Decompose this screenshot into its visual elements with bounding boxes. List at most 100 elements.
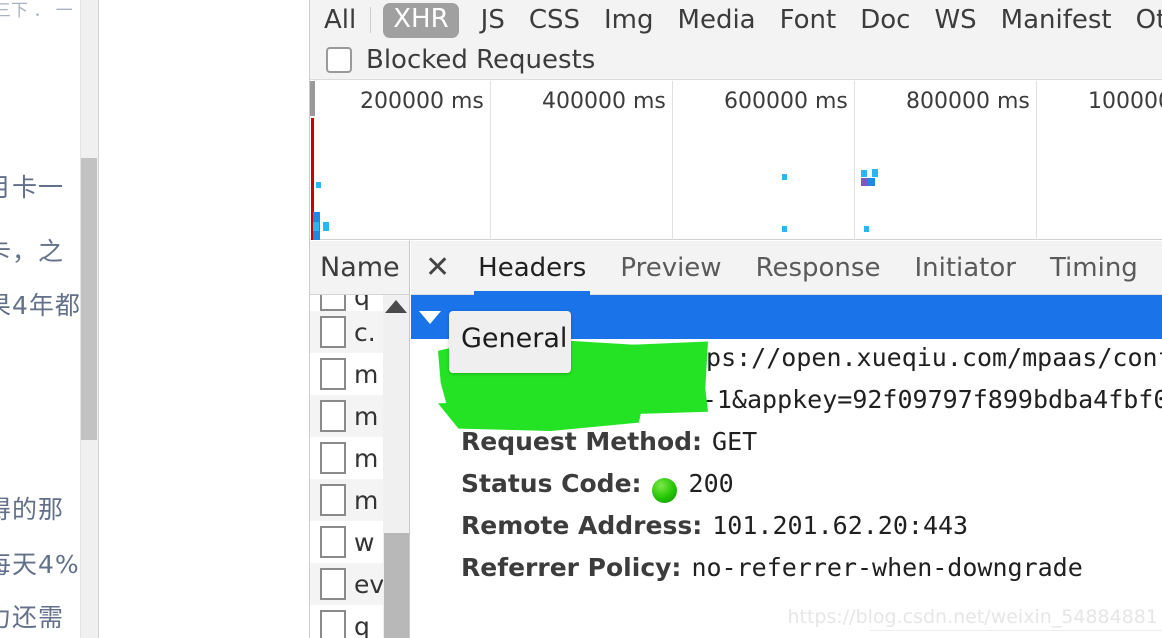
file-icon [320, 610, 346, 638]
tab-headers[interactable]: Headers [474, 241, 591, 295]
filter-js[interactable]: JS [481, 5, 505, 35]
file-icon [320, 526, 346, 558]
filter-ws[interactable]: WS [934, 5, 976, 35]
detail-row-value: https://open.xueqiu.com/mpaas/config/con… [660, 343, 1162, 372]
detail-row-continuation: cache=false&uid=-1&appkey=92f09797f899bd… [411, 385, 1162, 427]
filter-separator [370, 7, 372, 33]
request-name-label: m [354, 485, 379, 515]
request-details-pane: ✕ HeadersPreviewResponseInitiatorTimingC… [411, 241, 1162, 638]
filter-xhr[interactable]: XHR [383, 2, 459, 38]
blocked-requests-checkbox-icon[interactable] [326, 47, 352, 73]
file-icon [320, 442, 346, 474]
page-text-fragment: 每天4% [0, 550, 80, 579]
request-name-label: q [354, 295, 370, 311]
detail-row: Remote Address: 101.201.62.20:443 [411, 511, 1162, 553]
filter-other[interactable]: Other [1136, 5, 1162, 35]
web-page-content: 三下 ． 一 月卡一卡，之果4年都得的那每天4% 力还需 [0, 0, 310, 638]
overview-tick-label: 200000 ms [360, 89, 484, 114]
page-text-fragment: 果4年都 [0, 291, 81, 320]
general-key-value-rows: Request URL:https://open.xueqiu.com/mpaa… [411, 339, 1162, 595]
file-icon [320, 400, 346, 432]
page-text-fragment: 月卡一 [0, 173, 65, 202]
overview-request-bar [868, 178, 875, 186]
general-tooltip-label: General [461, 323, 568, 354]
network-overview-timeline[interactable]: 200000 ms 400000 ms 600000 ms 800000 ms 1000… [310, 81, 1162, 240]
overview-requests-band [310, 118, 1162, 240]
file-icon [320, 358, 346, 390]
request-list-scrollbar-thumb[interactable] [384, 533, 409, 638]
detail-row-value: 101.201.62.20:443 [712, 511, 969, 540]
resource-type-filter-bar: All XHR JS CSS Img Media Font Doc WS Manifest Othe… [310, 0, 1162, 40]
file-icon [320, 316, 346, 348]
detail-row-key: Request Method: [461, 427, 703, 456]
tab-initiator[interactable]: Initiator [914, 241, 1016, 295]
page-text-fragment: 得的那 [0, 495, 65, 524]
overview-request-bar [323, 222, 329, 231]
overview-request-bar [864, 226, 869, 232]
detail-row-key: Status Code: [461, 469, 642, 498]
file-icon [320, 295, 346, 311]
tab-preview[interactable]: Preview [620, 241, 721, 295]
overview-tick-label: 600000 ms [724, 89, 848, 114]
overview-request-bar [872, 169, 878, 177]
details-body: General Request URL:https://open.xueqiu.… [411, 295, 1162, 638]
devtools-network-panel: All XHR JS CSS Img Media Font Doc WS Manifest Othe… [310, 0, 1162, 638]
detail-row-key: Referrer Policy: [461, 553, 682, 582]
detail-row-value-continued: cache=false&uid=-1&appkey=92f09797f899bd… [461, 385, 1162, 414]
request-name-label: m [354, 401, 379, 431]
request-name-label: m [354, 443, 379, 473]
csdn-watermark: https://blog.csdn.net/weixin_54884881 [787, 606, 1158, 628]
request-name-label: ev [354, 569, 385, 599]
page-text-fragment: 卡，之 [0, 237, 65, 266]
filter-media[interactable]: Media [678, 5, 756, 35]
collapse-triangle-icon[interactable] [419, 310, 441, 324]
watermark-underline [870, 630, 1162, 631]
filter-manifest[interactable]: Manifest [1001, 5, 1112, 35]
detail-row-key: Remote Address: [461, 511, 703, 540]
file-icon [320, 568, 346, 600]
filter-css[interactable]: CSS [529, 5, 580, 35]
request-name-label: q [354, 611, 370, 638]
detail-row: Request Method: GET [411, 427, 1162, 469]
overview-tick-label: 800000 ms [906, 89, 1030, 114]
filter-font[interactable]: Font [780, 5, 837, 35]
filter-bar-divider [310, 79, 1162, 80]
name-column-header-label: Name [320, 252, 400, 283]
detail-row-value: no-referrer-when-downgrade [691, 553, 1083, 582]
filter-doc[interactable]: Doc [860, 5, 910, 35]
scroll-up-arrow-icon[interactable] [385, 300, 407, 313]
overview-tick-label: 400000 ms [542, 89, 666, 114]
overview-request-bar [313, 222, 319, 231]
request-name-label: m [354, 359, 379, 389]
page-text-fragment: 力还需 [0, 603, 65, 632]
close-icon[interactable]: ✕ [425, 252, 450, 283]
overview-request-bar [782, 226, 787, 232]
detail-row-value: 200 [688, 469, 734, 498]
blocked-requests-row[interactable]: Blocked Requests [310, 40, 1162, 80]
overview-request-bar [861, 170, 867, 177]
page-text-top: 三下 ． 一 [0, 1, 73, 21]
request-name-column: Name q c. m m m m w ev q [310, 241, 410, 638]
overview-left-handle[interactable] [310, 81, 315, 116]
overview-request-bar [782, 174, 787, 180]
request-list-header[interactable]: Name [310, 241, 409, 295]
status-ok-dot-icon [651, 477, 677, 503]
detail-row: Status Code: 200 [411, 469, 1162, 511]
tab-response[interactable]: Response [756, 241, 881, 295]
blocked-requests-label: Blocked Requests [366, 45, 596, 75]
detail-row-value: GET [712, 427, 758, 456]
file-icon [320, 484, 346, 516]
filter-img[interactable]: Img [604, 5, 654, 35]
network-lower-split: Name q c. m m m m w ev q ✕ Headers Preview Respons… [310, 241, 1162, 638]
tab-timing[interactable]: Timing [1050, 241, 1138, 295]
details-tab-bar: ✕ HeadersPreviewResponseInitiatorTimingC… [411, 241, 1162, 295]
overview-tick-label: 1000000 ms [1088, 89, 1162, 114]
request-name-label: w [354, 527, 375, 557]
request-name-label: c. [354, 317, 376, 347]
page-scrollbar-thumb[interactable] [81, 158, 97, 440]
filter-all[interactable]: All [324, 5, 356, 35]
page-blank-area [99, 0, 310, 638]
detail-row: Referrer Policy: no-referrer-when-downgra… [411, 553, 1162, 595]
overview-request-bar [316, 182, 321, 188]
screenshot-root: 三下 ． 一 月卡一卡，之果4年都得的那每天4% 力还需 All XHR JS CSS I… [0, 0, 1162, 638]
